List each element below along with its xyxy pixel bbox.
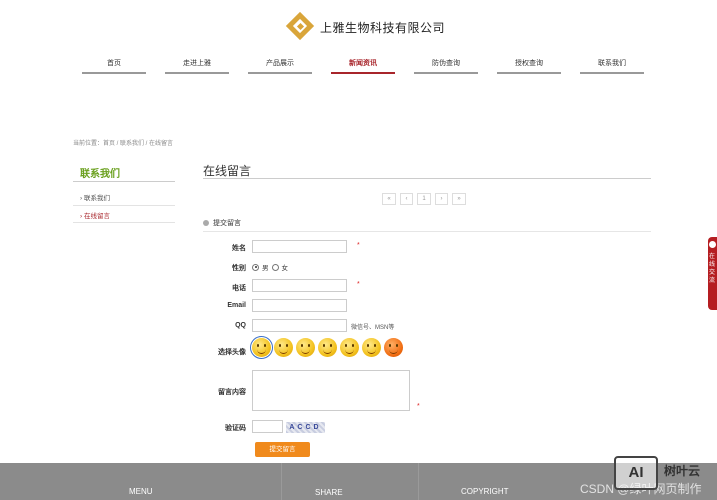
- sidebar-divider: [73, 181, 175, 182]
- phone-label: 电话: [232, 285, 246, 292]
- nav-item-news[interactable]: 新闻资讯: [331, 58, 395, 74]
- content-label: 留言内容: [218, 389, 246, 396]
- pagination: « ‹ 1 › »: [382, 193, 466, 205]
- gender-radio-group: 男 女: [252, 262, 288, 272]
- bullet-icon: [203, 220, 209, 226]
- avatar-smile-icon[interactable]: [250, 336, 273, 359]
- avatar-laugh-icon[interactable]: [296, 338, 315, 357]
- avatar-label: 选择头像: [218, 349, 246, 356]
- gender-female-radio[interactable]: [271, 263, 279, 271]
- captcha-input[interactable]: [252, 420, 283, 433]
- section-title: 提交留言: [203, 218, 241, 228]
- message-textarea[interactable]: [252, 370, 410, 411]
- page: 上雅生物科技有限公司 首页 走进上雅 产品展示 新闻资讯 防伪查询 授权查询 联…: [0, 0, 717, 500]
- nav-item-authorization[interactable]: 授权查询: [497, 58, 561, 74]
- nav-item-about[interactable]: 走进上雅: [165, 58, 229, 74]
- last-page-button[interactable]: »: [452, 193, 466, 205]
- avatar-angry-icon[interactable]: [384, 338, 403, 357]
- required-mark: *: [417, 403, 420, 410]
- nav-item-home[interactable]: 首页: [82, 58, 146, 74]
- required-mark: *: [357, 281, 360, 288]
- sidebar-item-label: 在线留言: [83, 213, 110, 220]
- gender-female-label: 女: [281, 265, 289, 272]
- sidebar-divider: [73, 222, 175, 223]
- phone-input[interactable]: [252, 279, 347, 292]
- gender-male-label: 男: [262, 265, 269, 272]
- page-title: 在线留言: [203, 164, 252, 178]
- company-name: 上雅生物科技有限公司: [320, 21, 446, 35]
- section-divider: [203, 231, 651, 232]
- email-label: Email: [227, 302, 246, 309]
- footer-divider: [418, 463, 419, 500]
- watermark-name: 树叶云: [664, 464, 701, 478]
- captcha-label: 验证码: [225, 425, 246, 432]
- sidebar-divider: [73, 205, 175, 206]
- gender-male-radio[interactable]: [252, 263, 259, 271]
- gender-label: 性别: [232, 265, 246, 272]
- sidebar-item-contact[interactable]: › 联系我们: [80, 192, 110, 202]
- online-chat-tab[interactable]: 在线交流: [708, 237, 717, 310]
- company-logo-icon[interactable]: [285, 11, 315, 41]
- watermark-logo: AI: [614, 456, 658, 490]
- name-input[interactable]: [252, 240, 347, 253]
- prev-page-button[interactable]: ‹: [400, 193, 413, 205]
- next-page-button[interactable]: ›: [435, 193, 448, 205]
- online-chat-label: 在线交流: [709, 254, 716, 284]
- qq-input[interactable]: [252, 319, 347, 332]
- name-label: 姓名: [232, 245, 246, 252]
- main-nav: 首页 走进上雅 产品展示 新闻资讯 防伪查询 授权查询 联系我们: [82, 58, 644, 74]
- avatar-grin-icon[interactable]: [318, 338, 337, 357]
- first-page-button[interactable]: «: [382, 193, 396, 205]
- sidebar-item-label: 联系我们: [83, 195, 110, 202]
- required-mark: *: [357, 242, 360, 249]
- sidebar-item-message[interactable]: › 在线留言: [80, 210, 110, 220]
- submit-button[interactable]: 提交留言: [255, 442, 310, 457]
- nav-item-anti-counterfeit[interactable]: 防伪查询: [414, 58, 478, 74]
- sidebar-title: 联系我们: [80, 169, 120, 180]
- title-divider: [203, 178, 651, 179]
- footer-copyright[interactable]: COPYRIGHT: [461, 487, 509, 496]
- footer-menu[interactable]: MENU: [129, 487, 153, 496]
- footer-share[interactable]: SHARE: [315, 488, 343, 497]
- nav-item-contact[interactable]: 联系我们: [580, 58, 644, 74]
- avatar-wink-icon[interactable]: [274, 338, 293, 357]
- nav-item-products[interactable]: 产品展示: [248, 58, 312, 74]
- avatar-happy-icon[interactable]: [340, 338, 359, 357]
- email-input[interactable]: [252, 299, 347, 312]
- breadcrumb[interactable]: 当前位置：首页 / 联系我们 / 在线留言: [73, 138, 173, 147]
- avatar-sweat-icon[interactable]: [362, 338, 381, 357]
- qq-label: QQ: [235, 322, 246, 329]
- page-number-button[interactable]: 1: [417, 193, 431, 205]
- captcha-image[interactable]: ACCD: [286, 422, 325, 433]
- avatar-picker: [250, 336, 403, 359]
- section-title-text: 提交留言: [213, 220, 241, 227]
- chat-icon: [709, 241, 716, 248]
- footer-divider: [281, 463, 282, 500]
- qq-hint: 微信号、MSN等: [351, 325, 395, 331]
